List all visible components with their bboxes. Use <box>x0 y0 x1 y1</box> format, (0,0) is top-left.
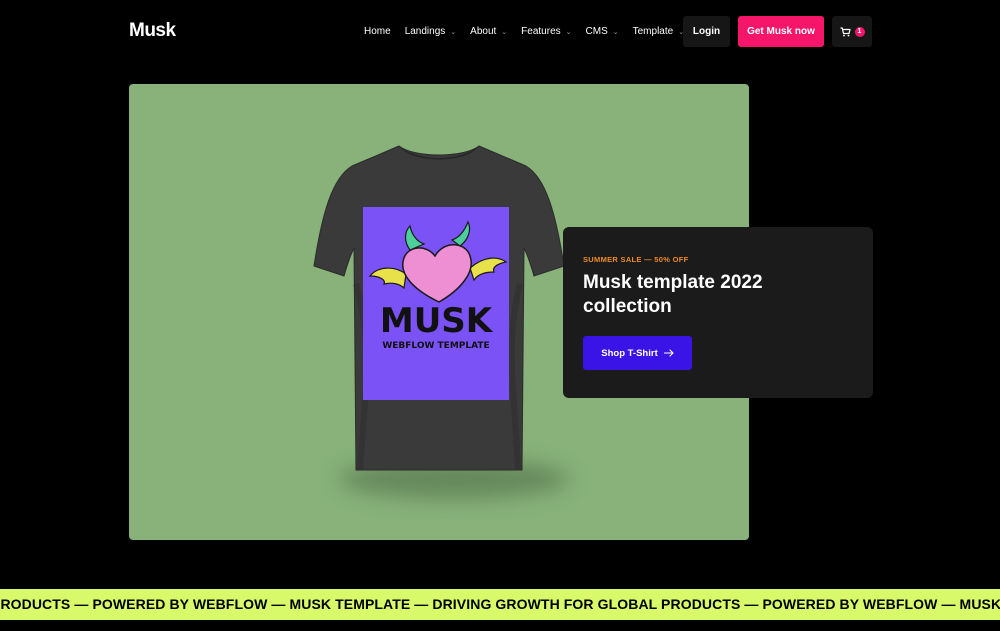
nav-item-label: Features <box>521 26 561 37</box>
nav-item-label: Template <box>632 26 674 37</box>
nav-item-landings[interactable]: Landings ⌄ <box>405 26 456 37</box>
arrow-right-icon <box>663 349 674 357</box>
nav-item-about[interactable]: About ⌄ <box>470 26 507 37</box>
logo[interactable]: Musk <box>129 20 176 42</box>
cart-count-badge: 1 <box>854 26 865 37</box>
nav-item-label: Home <box>364 26 391 37</box>
nav-item-label: About <box>470 26 497 37</box>
cart-button[interactable]: 1 <box>832 16 872 47</box>
chevron-down-icon: ⌄ <box>612 28 619 36</box>
shop-button-label: Shop T-Shirt <box>601 347 658 359</box>
promo-title: Musk template 2022 collection <box>583 272 763 317</box>
nav-item-cms[interactable]: CMS ⌄ <box>586 26 619 37</box>
marquee-text: PRODUCTS — POWERED BY WEBFLOW — MUSK TEM… <box>0 596 1000 612</box>
cart-icon <box>840 26 851 36</box>
shop-tshirt-button[interactable]: Shop T-Shirt <box>583 336 692 370</box>
nav-item-label: Landings <box>404 26 446 37</box>
promo-card: SUMMER SALE — 50% OFF Musk template 2022… <box>563 227 873 398</box>
chevron-down-icon: ⌄ <box>565 28 572 36</box>
sale-tag: SUMMER SALE — 50% OFF <box>583 255 689 264</box>
tshirt-image: MUSK WEBFLOW TEMPLATE <box>313 145 565 471</box>
shirt-print-title: MUSK <box>380 301 494 341</box>
main-nav: Home Landings ⌄ About ⌄ Features ⌄ CMS ⌄… <box>364 16 698 47</box>
nav-item-features[interactable]: Features ⌄ <box>521 26 571 37</box>
shirt-print-subtitle: WEBFLOW TEMPLATE <box>382 341 489 351</box>
nav-item-label: CMS <box>585 26 608 37</box>
login-button[interactable]: Login <box>683 16 730 47</box>
nav-item-template[interactable]: Template ⌄ <box>633 26 684 37</box>
get-musk-button[interactable]: Get Musk now <box>738 16 824 47</box>
chevron-down-icon: ⌄ <box>501 28 508 36</box>
chevron-down-icon: ⌄ <box>450 28 457 36</box>
nav-item-home[interactable]: Home <box>364 26 391 37</box>
marquee-banner: PRODUCTS — POWERED BY WEBFLOW — MUSK TEM… <box>0 589 1000 620</box>
